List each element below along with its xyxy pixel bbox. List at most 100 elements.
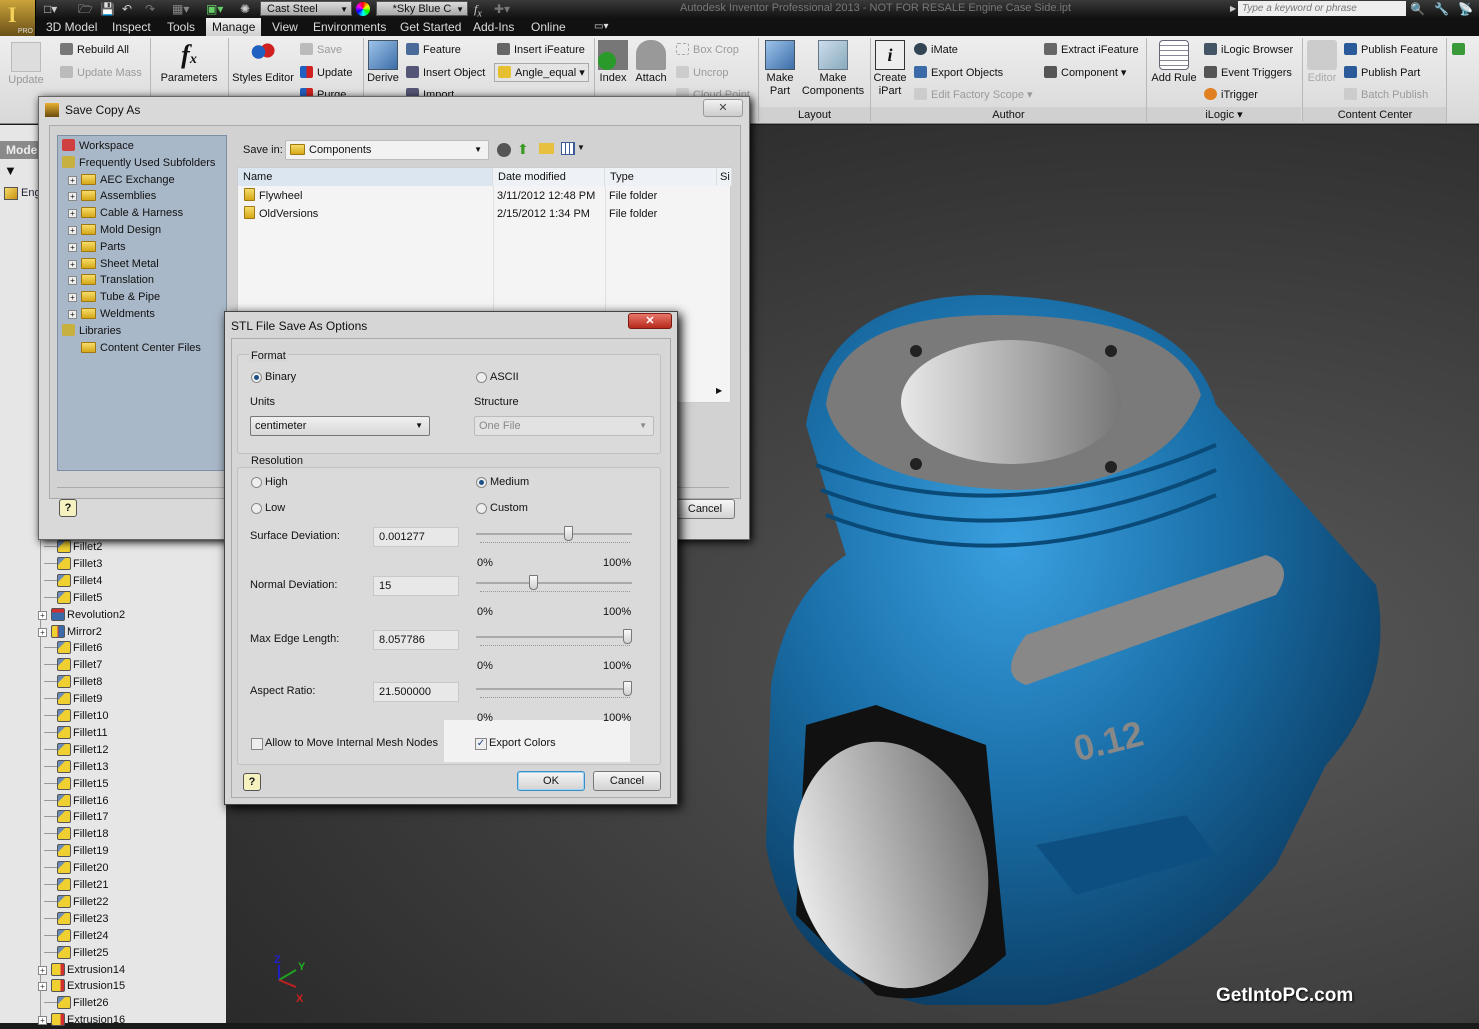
plus-icon[interactable]: ✚▾	[494, 1, 510, 17]
update-button[interactable]: Update	[4, 42, 48, 87]
column-type[interactable]: Type	[605, 168, 717, 186]
search-expand-icon[interactable]: ▶	[1230, 1, 1236, 17]
places-item[interactable]: Libraries	[62, 323, 121, 340]
tab-get-started[interactable]: Get Started	[394, 18, 467, 36]
subscription-button[interactable]	[1452, 43, 1469, 56]
browser-item[interactable]: Fillet6	[44, 640, 102, 657]
select-icon[interactable]: ▣▾	[206, 1, 223, 17]
add-rule-button[interactable]: Add Rule	[1148, 40, 1200, 85]
places-item[interactable]: + Cable & Harness	[62, 205, 183, 222]
param-input[interactable]: 8.057786	[373, 630, 459, 650]
parameters-button[interactable]: fx Parameters	[156, 40, 222, 85]
expand-icon[interactable]: +	[38, 1016, 47, 1026]
expand-icon[interactable]: +	[68, 209, 77, 219]
expand-icon[interactable]: +	[68, 175, 77, 185]
binoculars-icon[interactable]: 🔍	[1410, 1, 1425, 17]
browser-item[interactable]: Fillet3	[44, 556, 102, 573]
ascii-radio[interactable]	[476, 372, 487, 383]
medium-radio[interactable]	[476, 477, 487, 488]
imate-button[interactable]: iMate	[914, 43, 958, 56]
save-styles-button[interactable]: Save	[300, 43, 342, 56]
styles-editor-button[interactable]: Styles Editor	[230, 40, 296, 85]
help-search-input[interactable]: Type a keyword or phrase	[1238, 1, 1406, 16]
help-button[interactable]: ?	[59, 499, 77, 517]
fx-icon[interactable]: fx	[474, 1, 482, 19]
browser-item[interactable]: Fillet21	[44, 877, 108, 894]
slider-thumb[interactable]	[623, 629, 632, 644]
insert-object-button[interactable]: Insert Object	[406, 66, 485, 79]
create-ipart-button[interactable]: i Create iPart	[872, 40, 908, 98]
publish-part-button[interactable]: Publish Part	[1344, 66, 1420, 79]
make-components-button[interactable]: Make Components	[800, 40, 866, 98]
group-ilogic[interactable]: iLogic ▾	[1147, 107, 1301, 123]
panel-visibility-icon[interactable]: ▭▾	[588, 18, 614, 36]
index-button[interactable]: Index	[596, 40, 630, 85]
browser-item[interactable]: Fillet7	[44, 657, 102, 674]
places-item[interactable]: + Assemblies	[62, 188, 156, 205]
attach-button[interactable]: Attach	[632, 40, 670, 85]
tab-manage[interactable]: Manage	[206, 18, 262, 36]
wrench-icon[interactable]: 🔧	[1434, 1, 1449, 17]
browser-item[interactable]: Fillet4	[44, 573, 102, 590]
slider-thumb[interactable]	[564, 526, 574, 541]
tab-view[interactable]: View	[266, 18, 304, 36]
up-folder-icon[interactable]: ⬆	[517, 141, 529, 158]
browser-item[interactable]: + Extrusion15	[38, 978, 125, 995]
browser-item[interactable]: Fillet11	[44, 725, 108, 742]
tab-environments[interactable]: Environments	[307, 18, 392, 36]
browser-item[interactable]: Fillet16	[44, 793, 108, 810]
browser-item[interactable]: Fillet19	[44, 843, 108, 860]
column-size[interactable]: Si	[717, 168, 732, 186]
tab-tools[interactable]: Tools	[161, 18, 201, 36]
component-button[interactable]: Component ▾	[1044, 66, 1126, 79]
expand-icon[interactable]: +	[68, 242, 77, 252]
slider-thumb[interactable]	[528, 575, 538, 590]
param-input[interactable]: 0.001277	[373, 527, 459, 547]
event-triggers-button[interactable]: Event Triggers	[1204, 66, 1292, 79]
insert-ifeature-button[interactable]: Insert iFeature	[497, 43, 585, 56]
units-dropdown[interactable]: centimeter ▼	[250, 416, 430, 436]
save-in-dropdown[interactable]: Components ▼	[285, 140, 489, 160]
export-objects-button[interactable]: Export Objects	[914, 66, 1003, 79]
chevron-down-icon[interactable]: ▼	[577, 143, 585, 152]
derive-button[interactable]: Derive	[366, 40, 400, 85]
browser-item[interactable]: + Revolution2	[38, 607, 125, 624]
tab-online[interactable]: Online	[525, 18, 572, 36]
browser-item[interactable]: Fillet13	[44, 759, 108, 776]
places-item[interactable]: + Translation	[62, 272, 154, 289]
browser-item[interactable]: Fillet12	[44, 742, 108, 759]
expand-icon[interactable]: +	[68, 192, 77, 202]
column-name[interactable]: Name	[238, 168, 493, 186]
filter-icon[interactable]: ▼	[4, 163, 17, 178]
open-file-icon[interactable]: 🗁	[78, 1, 93, 17]
places-item[interactable]: + Weldments	[62, 306, 155, 323]
appearance-combo[interactable]: *Sky Blue C ▼	[376, 1, 468, 16]
browser-item[interactable]: Fillet15	[44, 776, 108, 793]
editor-button[interactable]: Editor	[1304, 40, 1340, 85]
browser-item[interactable]: Fillet18	[44, 826, 108, 843]
browser-item[interactable]: Fillet23	[44, 911, 108, 928]
view-menu-icon[interactable]	[561, 142, 575, 155]
save-icon[interactable]: 💾	[100, 1, 115, 17]
cancel-button[interactable]: Cancel	[593, 771, 661, 791]
edit-factory-scope-button[interactable]: Edit Factory Scope ▾	[914, 88, 1033, 101]
ok-button[interactable]: OK	[517, 771, 585, 791]
binary-radio[interactable]	[251, 372, 262, 383]
expand-icon[interactable]: +	[38, 610, 47, 620]
new-file-icon[interactable]: □▾	[44, 1, 57, 17]
browser-header[interactable]: Model	[0, 141, 41, 159]
tab-3d-model[interactable]: 3D Model	[40, 18, 103, 36]
update-mass-button[interactable]: Update Mass	[60, 66, 142, 79]
expand-icon[interactable]: +	[38, 965, 47, 975]
expand-icon[interactable]: +	[68, 276, 77, 286]
expand-icon[interactable]: +	[68, 293, 77, 303]
satellite-icon[interactable]: 📡	[1458, 1, 1473, 17]
expand-icon[interactable]: +	[38, 982, 47, 992]
browser-item[interactable]: Fillet8	[44, 674, 102, 691]
browser-item[interactable]: Fillet20	[44, 860, 108, 877]
low-radio[interactable]	[251, 503, 262, 514]
tab-inspect[interactable]: Inspect	[106, 18, 157, 36]
browser-item[interactable]: + Extrusion16	[38, 1012, 125, 1029]
param-input[interactable]: 15	[373, 576, 459, 596]
browser-item[interactable]: + Extrusion14	[38, 962, 125, 979]
